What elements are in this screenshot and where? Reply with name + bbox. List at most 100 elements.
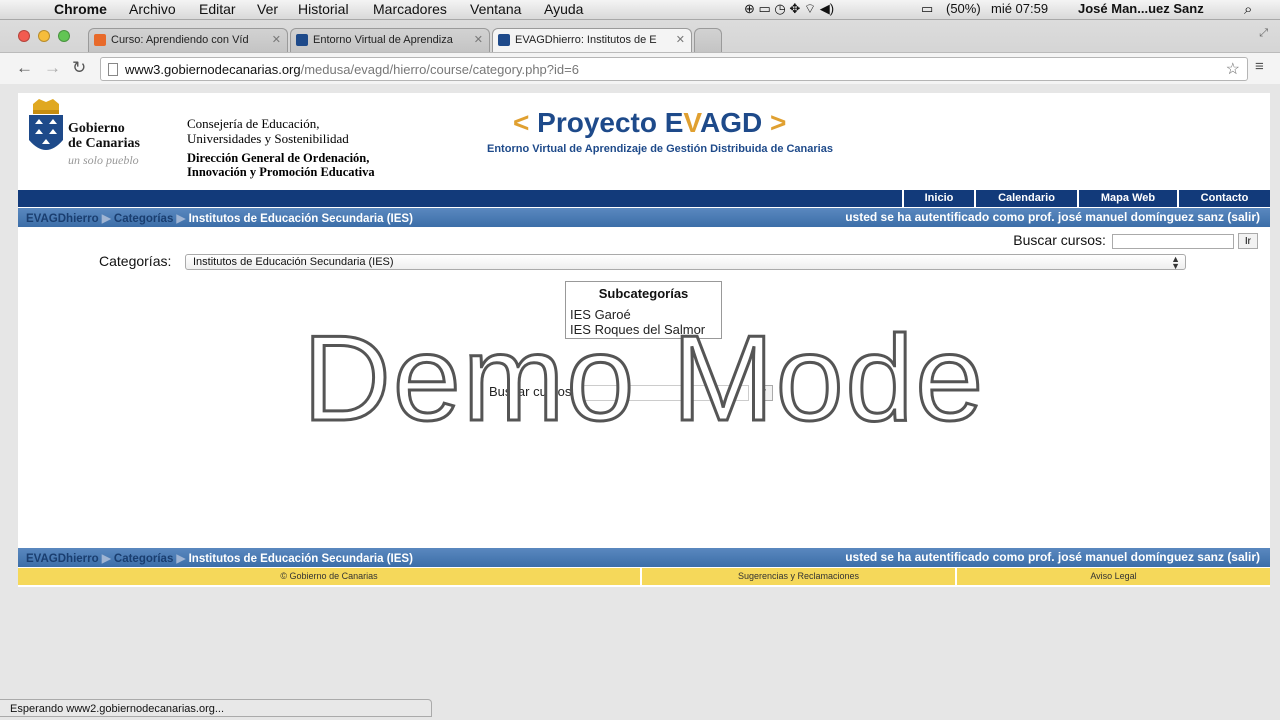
fullscreen-icon[interactable]: ⤢ [1259, 27, 1268, 40]
forward-button[interactable]: → [44, 58, 61, 78]
gobierno-line2: de Canarias [68, 136, 140, 151]
address-host: www3.gobiernodecanarias.org [125, 62, 301, 77]
search-go-button[interactable]: Ir [1237, 233, 1258, 250]
new-tab-button[interactable] [694, 28, 722, 52]
menu-historial[interactable]: Historial [298, 1, 349, 17]
breadcrumb-arrow-icon: ▶ [101, 213, 111, 225]
menu-clock[interactable]: mié 07:59 [991, 1, 1048, 16]
tab-label: Curso: Aprendiendo con Víd [111, 34, 249, 46]
login-info-text: usted se ha autentificado como [845, 550, 1025, 564]
menu-editar[interactable]: Editar [199, 1, 236, 17]
nav-contacto[interactable]: Contacto [1177, 190, 1270, 207]
tab-label: Entorno Virtual de Aprendiza [313, 34, 453, 46]
consejeria-title: Consejería de Educación, Universidades y… [187, 116, 349, 146]
breadcrumb-arrow-icon: ▶ [101, 553, 111, 565]
spotlight-icon[interactable]: ⌕ [1244, 1, 1252, 18]
consejeria-line1: Consejería de Educación, [187, 116, 320, 131]
status-bar: Esperando www2.gobiernodecanarias.org... [0, 699, 432, 717]
page-footer: © Gobierno de Canarias Sugerencias y Rec… [18, 568, 1270, 585]
gobierno-line1: Gobierno [68, 121, 125, 136]
login-user-link[interactable]: prof. josé manuel domínguez sanz [1028, 210, 1224, 224]
menu-user[interactable]: José Man...uez Sanz [1078, 1, 1204, 16]
proyecto-bracket-open: < [513, 107, 530, 138]
login-info-text: usted se ha autentificado como [845, 210, 1025, 224]
logout-link[interactable]: (salir) [1227, 550, 1260, 564]
menu-app-name[interactable]: Chrome [54, 1, 107, 17]
consejeria-line2: Universidades y Sostenibilidad [187, 131, 349, 146]
logo-motto: un solo pueblo [68, 153, 139, 167]
breadcrumb: EVAGDhierro ▶ Categorías ▶ Institutos de… [18, 208, 1270, 227]
breadcrumb-categorias[interactable]: Categorías [114, 553, 173, 565]
battery-icon[interactable]: ▭ [921, 1, 933, 17]
footer-copyright: © Gobierno de Canarias [280, 571, 378, 581]
proyecto-subtitle: Entorno Virtual de Aprendizaje de Gestió… [487, 143, 833, 155]
chrome-menu-icon[interactable]: ≡ [1255, 58, 1264, 75]
nav-inicio[interactable]: Inicio [902, 190, 974, 207]
demo-mode-watermark: Demo Mode [301, 310, 986, 446]
direccion-line2: Innovación y Promoción Educativa [187, 165, 375, 179]
gobierno-logo-text: Gobierno de Canarias [68, 121, 140, 151]
breadcrumb-evagdhierro[interactable]: EVAGDhierro [26, 213, 99, 225]
status-icons[interactable]: ⊕ ▭ ◷ ✥ ⌔ ◀) [744, 1, 834, 17]
gobierno-canarias-shield-icon [29, 99, 63, 150]
direccion-title: Dirección General de Ordenación, Innovac… [187, 151, 375, 179]
back-button[interactable]: ← [16, 58, 33, 78]
tab-entorno-virtual[interactable]: Entorno Virtual de Aprendiza ✕ [290, 28, 490, 52]
browser-chrome: Curso: Aprendiendo con Víd ✕ Entorno Vir… [0, 20, 1280, 84]
breadcrumb-current: Institutos de Educación Secundaria (IES) [188, 553, 413, 565]
address-bar[interactable]: www3.gobiernodecanarias.org/medusa/evagd… [100, 57, 1248, 81]
course-search-top: Buscar cursos: Ir [1013, 232, 1258, 250]
logout-link[interactable]: (salir) [1227, 210, 1260, 224]
zoom-window-button[interactable] [58, 30, 70, 42]
address-path: /medusa/evagd/hierro/course/category.php… [300, 62, 579, 77]
menu-ventana[interactable]: Ventana [470, 1, 521, 17]
tab-close-icon[interactable]: ✕ [676, 33, 685, 46]
tab-curso[interactable]: Curso: Aprendiendo con Víd ✕ [88, 28, 288, 52]
tab-evagdhierro[interactable]: EVAGDhierro: Institutos de E ✕ [492, 28, 692, 52]
breadcrumb-arrow-icon: ▶ [176, 553, 186, 565]
nav-calendario[interactable]: Calendario [974, 190, 1077, 207]
breadcrumb-categorias[interactable]: Categorías [114, 213, 173, 225]
menu-marcadores[interactable]: Marcadores [373, 1, 447, 17]
battery-percent: (50%) [946, 1, 981, 16]
nav-mapa-web[interactable]: Mapa Web [1077, 190, 1177, 207]
categories-selected-value: Institutos de Educación Secundaria (IES) [193, 256, 394, 268]
menu-archivo[interactable]: Archivo [129, 1, 176, 17]
proyecto-name-a: Proyecto E [537, 107, 684, 138]
footer-aviso-legal-link[interactable]: Aviso Legal [955, 568, 1270, 585]
proyecto-bracket-close: > [770, 107, 787, 138]
breadcrumb-arrow-icon: ▶ [176, 213, 186, 225]
proyecto-name-b: AGD [700, 107, 763, 138]
minimize-window-button[interactable] [38, 30, 50, 42]
select-arrows-icon: ▲ ▼ [1171, 254, 1180, 271]
top-navbar: Inicio Calendario Mapa Web Contacto [18, 190, 1270, 207]
categories-label: Categorías: [99, 253, 172, 269]
tab-favicon-icon [94, 34, 106, 46]
bookmark-star-icon[interactable]: ☆ [1226, 59, 1240, 79]
menu-ayuda[interactable]: Ayuda [544, 1, 583, 17]
macos-menubar: Chrome Archivo Editar Ver Historial Marc… [0, 0, 1280, 20]
proyecto-evagd-logo[interactable]: < Proyecto EVAGD > [513, 107, 786, 139]
page-icon [108, 63, 118, 76]
close-window-button[interactable] [18, 30, 30, 42]
tab-label: EVAGDhierro: Institutos de E [515, 34, 657, 46]
breadcrumb-bottom: EVAGDhierro ▶ Categorías ▶ Institutos de… [18, 548, 1270, 567]
breadcrumb-evagdhierro[interactable]: EVAGDhierro [26, 553, 99, 565]
tab-close-icon[interactable]: ✕ [474, 33, 483, 46]
breadcrumb-current: Institutos de Educación Secundaria (IES) [188, 213, 413, 225]
search-label: Buscar cursos: [1013, 232, 1106, 248]
menu-ver[interactable]: Ver [257, 1, 278, 17]
direccion-line1: Dirección General de Ordenación, [187, 151, 370, 165]
footer-sugerencias-link[interactable]: Sugerencias y Reclamaciones [640, 568, 955, 585]
proyecto-name-v: V [683, 107, 701, 138]
login-user-link[interactable]: prof. josé manuel domínguez sanz [1028, 550, 1224, 564]
search-input[interactable] [1111, 233, 1234, 249]
reload-button[interactable]: ↻ [72, 58, 86, 78]
tab-favicon-icon [296, 34, 308, 46]
categories-select[interactable]: Institutos de Educación Secundaria (IES)… [185, 254, 1186, 271]
breadcrumb-trail: EVAGDhierro ▶ Categorías ▶ Institutos de… [26, 211, 413, 225]
tab-favicon-icon [498, 34, 510, 46]
tab-close-icon[interactable]: ✕ [272, 33, 281, 46]
browser-toolbar: ← → ↻ www3.gobiernodecanarias.org/medusa… [0, 52, 1280, 84]
breadcrumb-trail: EVAGDhierro ▶ Categorías ▶ Institutos de… [26, 551, 413, 565]
